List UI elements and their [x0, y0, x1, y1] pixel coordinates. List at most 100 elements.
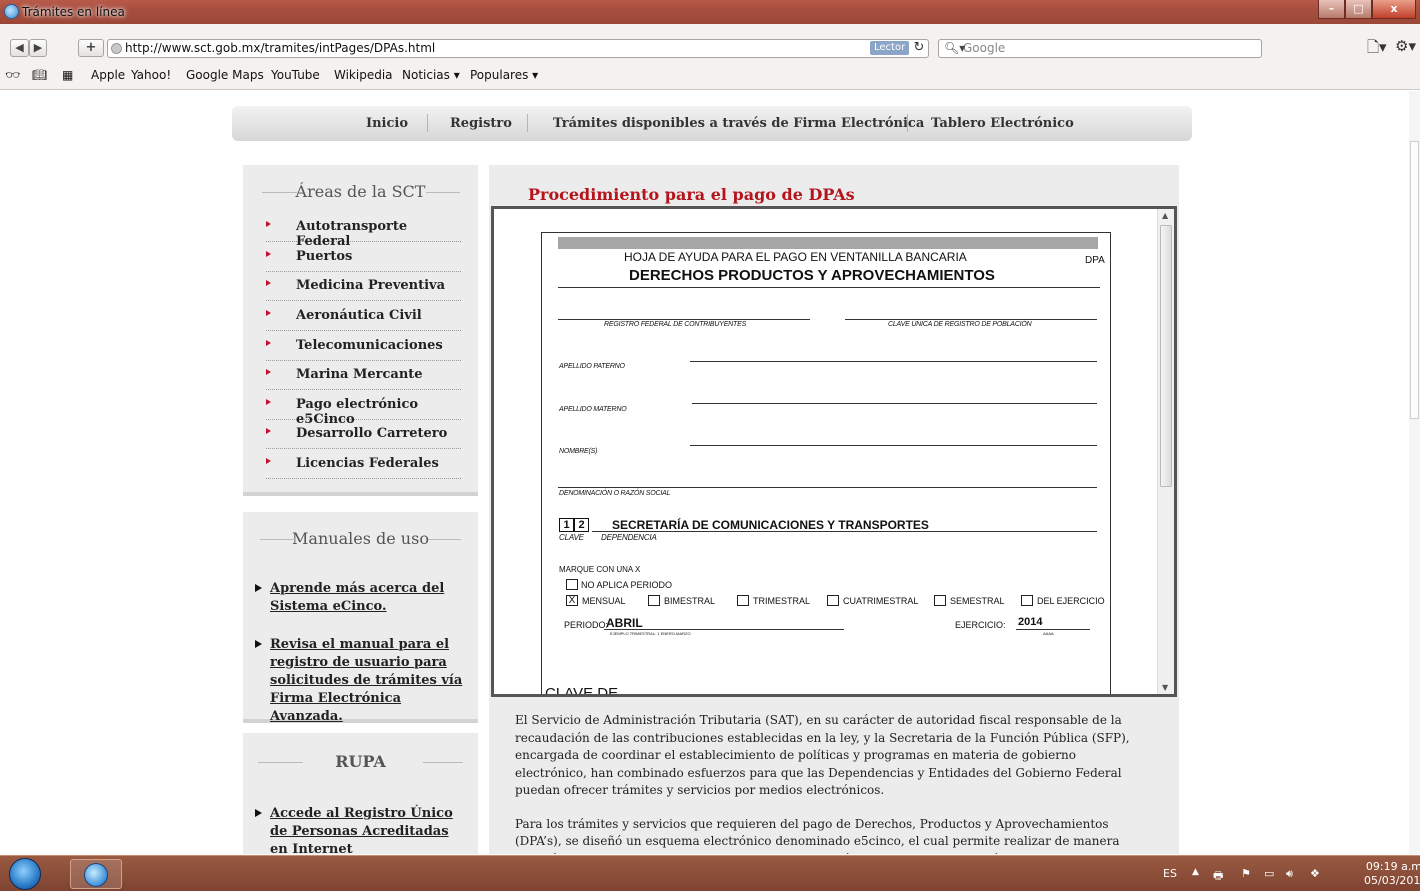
- rupa-title: RUPA: [243, 752, 478, 771]
- clave-digit: 2: [574, 518, 589, 532]
- rfc-label: REGISTRO FEDERAL DE CONTRIBUYENTES: [604, 321, 747, 328]
- bookmarks-book-icon[interactable]: 📖︎: [32, 68, 47, 82]
- trimestral-checkbox[interactable]: [737, 595, 749, 606]
- period-label: MENSUAL: [582, 596, 626, 606]
- clave-digit: 1: [559, 518, 574, 532]
- volume-icon[interactable]: 🔊︎: [1286, 867, 1293, 881]
- form-header-2: DERECHOS PRODUCTOS Y APROVECHAMIENTOS: [629, 267, 995, 284]
- intro-text: El Servicio de Administración Tributaria…: [515, 712, 1135, 854]
- no-aplica-label: NO APLICA PERIODO: [581, 580, 673, 590]
- area-link[interactable]: Medicina Preventiva: [266, 272, 461, 301]
- del-ejercicio-checkbox[interactable]: [1021, 595, 1033, 606]
- bookmark-google-maps[interactable]: Google Maps: [186, 68, 264, 82]
- browser-toolbar: ◀ ▶ + http://www.sct.gob.mx/tramites/int…: [0, 24, 1420, 90]
- mensual-checkbox[interactable]: X: [566, 595, 578, 606]
- printer-icon[interactable]: 🖶: [1213, 867, 1223, 886]
- area-link[interactable]: Aeronáutica Civil: [266, 302, 461, 331]
- window-title-bar: Trámites en línea – □ x: [0, 0, 1420, 24]
- paragraph: Para los trámites y servicios que requie…: [515, 816, 1120, 855]
- nav-tramites-firma[interactable]: Trámites disponibles a través de Firma E…: [553, 116, 924, 131]
- periodo-label: PERIODO:: [564, 620, 609, 630]
- manual-link-registro[interactable]: Revisa el manual para el registro de usu…: [255, 636, 475, 726]
- frame-scrollbar[interactable]: ▲ ▼: [1157, 209, 1174, 694]
- address-bar-url: http://www.sct.gob.mx/tramites/intPages/…: [125, 41, 436, 55]
- close-button[interactable]: x: [1372, 0, 1416, 19]
- search-placeholder: Google: [963, 41, 1006, 55]
- dropbox-icon[interactable]: ❖: [1310, 867, 1320, 880]
- reload-icon[interactable]: ↻: [909, 39, 929, 58]
- forward-button[interactable]: ▶: [29, 39, 47, 57]
- area-link[interactable]: Licencias Federales: [266, 450, 461, 479]
- network-icon[interactable]: ▭: [1264, 867, 1274, 880]
- reader-button[interactable]: Lector: [870, 41, 910, 55]
- page-menu-icon[interactable]: 🗋▾: [1367, 37, 1387, 62]
- area-link[interactable]: Marina Mercante: [266, 361, 461, 390]
- system-clock[interactable]: 09:19 a.m. 05/03/2014: [1364, 860, 1420, 888]
- action-center-flag-icon[interactable]: ⚑: [1241, 867, 1251, 880]
- gear-icon[interactable]: ⚙▾: [1395, 37, 1416, 55]
- nav-registro[interactable]: Registro: [450, 116, 512, 131]
- minimize-button[interactable]: –: [1318, 0, 1345, 19]
- form-dpa-label: DPA: [1085, 255, 1105, 266]
- scroll-up-arrow-icon[interactable]: ▲: [1162, 211, 1168, 220]
- ejercicio-label: EJERCICIO:: [955, 620, 1006, 630]
- clave-de-heading: CLAVE DE: [545, 685, 619, 697]
- globe-icon: [111, 43, 122, 54]
- frame-scrollbar-thumb[interactable]: [1160, 225, 1172, 487]
- area-link[interactable]: Pago electrónico e5Cinco: [266, 391, 461, 427]
- bookmark-apple[interactable]: Apple: [91, 68, 125, 82]
- embedded-document-frame[interactable]: HOJA DE AYUDA PARA EL PAGO EN VENTANILLA…: [491, 206, 1177, 697]
- windows-taskbar: ES ▲ 🖶 ⚑ ▭ 🔊︎ ❖ 09:19 a.m. 05/03/2014: [0, 855, 1420, 891]
- ejercicio-value: 2014: [1018, 616, 1043, 628]
- bookmark-wikipedia[interactable]: Wikipedia: [334, 68, 393, 82]
- no-aplica-checkbox[interactable]: [566, 579, 578, 590]
- reading-list-icon[interactable]: 👓︎: [5, 68, 20, 82]
- area-link[interactable]: Telecomunicaciones: [266, 332, 461, 361]
- bookmark-populares[interactable]: Populares ▾: [470, 68, 538, 82]
- bimestral-checkbox[interactable]: [648, 595, 660, 606]
- period-label: DEL EJERCICIO: [1037, 596, 1105, 606]
- window-scrollbar[interactable]: [1409, 91, 1420, 854]
- top-navigation: Inicio Registro Trámites disponibles a t…: [232, 106, 1192, 141]
- back-button[interactable]: ◀: [10, 39, 29, 57]
- search-icon: 🔍︎▾: [944, 41, 966, 55]
- semestral-checkbox[interactable]: [934, 595, 946, 606]
- nav-separator: [427, 114, 428, 132]
- bookmarks-bar: 👓︎ 📖︎ ▦ Apple Yahoo! Google Maps YouTube…: [0, 66, 1420, 86]
- razon-social-label: DENOMINACIÓN O RAZÓN SOCIAL: [559, 490, 671, 497]
- bookmark-yahoo[interactable]: Yahoo!: [131, 68, 171, 82]
- paragraph: El Servicio de Administración Tributaria…: [515, 713, 1130, 797]
- bookmark-youtube[interactable]: YouTube: [271, 68, 320, 82]
- nav-tablero[interactable]: Tablero Electrónico: [931, 116, 1074, 131]
- taskbar-safari-button[interactable]: [70, 859, 122, 889]
- window-scrollbar-thumb[interactable]: [1410, 141, 1419, 419]
- cuatrimestral-checkbox[interactable]: [827, 595, 839, 606]
- new-tab-button[interactable]: +: [78, 39, 104, 57]
- safari-app-icon: [4, 4, 19, 19]
- area-link[interactable]: Puertos: [266, 243, 461, 272]
- search-field[interactable]: 🔍︎▾ Google: [938, 39, 1262, 58]
- area-link[interactable]: Desarrollo Carretero: [266, 420, 461, 449]
- apellido-materno-label: APELLIDO MATERNO: [559, 406, 627, 413]
- rupa-box: RUPA Accede al Registro Único de Persona…: [243, 733, 478, 854]
- language-indicator[interactable]: ES: [1163, 867, 1177, 880]
- scroll-down-arrow-icon[interactable]: ▼: [1162, 683, 1168, 692]
- show-hidden-icons-arrow-icon[interactable]: ▲: [1192, 867, 1199, 877]
- area-link[interactable]: Autotransporte Federal: [266, 213, 461, 249]
- top-sites-grid-icon[interactable]: ▦: [62, 68, 73, 82]
- start-button[interactable]: [9, 858, 41, 890]
- manual-link-ecinco[interactable]: Aprende más acerca del Sistema eCinco.: [255, 580, 475, 616]
- maximize-button[interactable]: □: [1345, 0, 1372, 19]
- apellido-paterno-label: APELLIDO PATERNO: [559, 363, 625, 370]
- nav-inicio[interactable]: Inicio: [366, 116, 408, 131]
- ejercicio-hint: AAAA: [1043, 631, 1054, 636]
- clave-label: CLAVE: [559, 533, 584, 542]
- nav-separator: [527, 114, 528, 132]
- address-bar[interactable]: http://www.sct.gob.mx/tramites/intPages/…: [107, 39, 929, 58]
- manuales-box: Manuales de uso Aprende más acerca del S…: [243, 512, 478, 726]
- rupa-link[interactable]: Accede al Registro Único de Personas Acr…: [255, 805, 465, 854]
- period-label: CUATRIMESTRAL: [843, 596, 919, 606]
- bookmark-noticias[interactable]: Noticias ▾: [402, 68, 460, 82]
- manuales-title: Manuales de uso: [243, 529, 478, 548]
- clock-time: 09:19 a.m.: [1365, 860, 1420, 873]
